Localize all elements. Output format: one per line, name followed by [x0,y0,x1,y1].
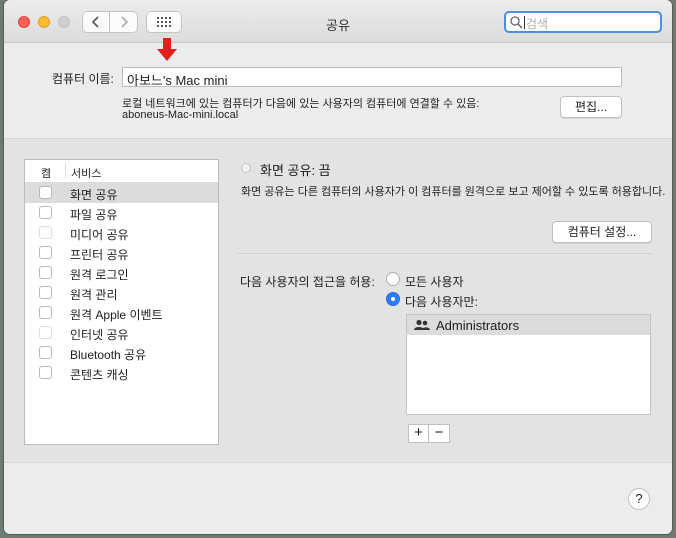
service-checkbox [39,226,52,239]
service-label: 미디어 공유 [70,228,129,242]
user-group-icon [414,319,430,330]
hostname-text: aboneus-Mac-mini.local [122,109,239,121]
service-label: Bluetooth 공유 [70,348,147,362]
service-label: 파일 공유 [70,208,118,222]
title-bar: 공유 검색 [4,0,672,43]
list-item[interactable]: 원격 관리 [25,283,218,303]
service-checkbox[interactable] [39,366,52,379]
computer-name-field[interactable]: 아보느's Mac mini [122,67,622,88]
service-checkbox[interactable] [39,286,52,299]
service-label: 화면 공유 [70,188,118,202]
list-item[interactable]: 원격 Apple 이벤트 [25,303,218,323]
radio-all-users[interactable] [386,272,400,286]
column-on-header[interactable]: 켬 [41,165,51,181]
list-item[interactable]: 원격 로그인 [25,263,218,283]
list-item[interactable]: 미디어 공유 [25,223,218,243]
services-list: 켬 서비스 화면 공유파일 공유미디어 공유프린터 공유원격 로그인원격 관리원… [24,159,219,445]
service-checkbox[interactable] [39,306,52,319]
list-item[interactable]: Bluetooth 공유 [25,343,218,363]
list-item[interactable]: 화면 공유 [25,183,218,203]
help-button[interactable]: ? [628,488,650,510]
service-checkbox [39,326,52,339]
user-name: Administrators [436,318,520,333]
search-field[interactable]: 검색 [504,11,662,33]
service-status: 화면 공유: 끔 [260,163,331,178]
service-label: 원격 로그인 [70,268,129,282]
column-divider [65,163,66,178]
service-rows: 화면 공유파일 공유미디어 공유프린터 공유원격 로그인원격 관리원격 Appl… [25,183,218,383]
option-all-users-label[interactable]: 모든 사용자 [405,273,464,290]
divider [238,253,652,254]
red-arrow-annotation [157,38,177,61]
sharing-window: 공유 검색 컴퓨터 이름: 아보느's Mac mini 로컬 네트워크에 있는… [4,0,672,534]
services-header: 켬 서비스 [25,160,218,183]
service-label: 프린터 공유 [70,248,129,262]
computer-name-section [4,43,672,139]
service-label: 원격 관리 [70,288,118,302]
computer-name-label: 컴퓨터 이름: [52,72,114,86]
computer-settings-button[interactable]: 컴퓨터 설정... [552,221,652,243]
search-placeholder: 검색 [526,17,549,31]
search-icon [510,16,523,29]
column-service-header[interactable]: 서비스 [71,165,101,181]
remove-user-button[interactable]: − [429,424,450,443]
service-checkbox[interactable] [39,186,52,199]
service-label: 인터넷 공유 [70,328,129,342]
service-checkbox[interactable] [39,246,52,259]
text-caret [524,16,525,29]
allowed-users-list: Administrators [406,314,651,415]
service-checkbox[interactable] [39,346,52,359]
list-item[interactable]: 프린터 공유 [25,243,218,263]
edit-button[interactable]: 편집... [560,96,622,118]
access-label: 다음 사용자의 접근을 허용: [240,275,375,289]
service-checkbox[interactable] [39,206,52,219]
list-item[interactable]: Administrators [407,315,650,335]
service-checkbox[interactable] [39,266,52,279]
add-user-button[interactable]: + [408,424,429,443]
status-indicator [241,163,251,173]
service-description: 화면 공유는 다른 컴퓨터의 사용자가 이 컴퓨터를 원격으로 보고 제어할 수… [241,186,666,198]
list-item[interactable]: 파일 공유 [25,203,218,223]
bottom-bar: ? [4,462,672,534]
service-label: 콘텐츠 캐싱 [70,368,129,382]
list-item[interactable]: 인터넷 공유 [25,323,218,343]
option-only-users-label[interactable]: 다음 사용자만: [405,293,478,310]
service-label: 원격 Apple 이벤트 [70,308,163,322]
radio-only-these-users[interactable] [386,292,400,306]
list-item[interactable]: 콘텐츠 캐싱 [25,363,218,383]
